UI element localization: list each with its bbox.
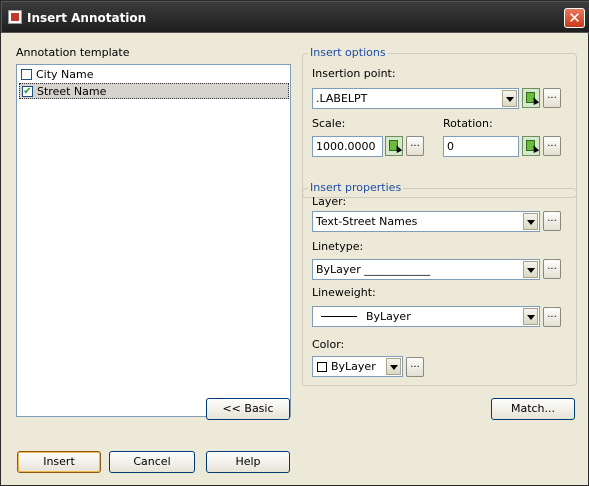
dialog-body: Annotation template City Name ✔ Street N…: [1, 33, 588, 485]
app-icon: [8, 10, 22, 24]
color-combo[interactable]: ByLayer: [312, 356, 403, 377]
basic-button[interactable]: << Basic: [206, 398, 290, 420]
linetype-value: ByLayer ____________: [316, 263, 431, 276]
scale-label: Scale:: [312, 117, 346, 130]
lineweight-label: Lineweight:: [312, 286, 376, 299]
chevron-down-icon[interactable]: [523, 308, 538, 325]
checkbox-city-name[interactable]: [21, 69, 32, 80]
lineweight-value: ByLayer: [366, 310, 411, 323]
color-label: Color:: [312, 338, 345, 351]
checkbox-street-name[interactable]: ✔: [22, 86, 33, 97]
list-item-label: City Name: [36, 68, 94, 81]
pick-rotation-button[interactable]: [522, 136, 540, 156]
insert-properties-title: Insert properties: [308, 181, 404, 194]
color-swatch: [317, 362, 327, 372]
lineweight-sample: [321, 316, 357, 317]
rotation-label: Rotation:: [443, 117, 493, 130]
browse-color-button[interactable]: ...: [406, 357, 424, 377]
help-button[interactable]: Help: [206, 451, 290, 473]
browse-linetype-button[interactable]: ...: [543, 259, 561, 279]
browse-insertion-point-button[interactable]: ...: [543, 88, 561, 108]
insertion-point-label: Insertion point:: [312, 67, 396, 80]
scale-value: 1000.0000: [316, 140, 376, 153]
insert-annotation-dialog: Insert Annotation ✕ Annotation template …: [0, 0, 589, 486]
layer-combo[interactable]: Text-Street Names: [312, 211, 540, 232]
cancel-button[interactable]: Cancel: [109, 451, 195, 473]
list-item-street-name[interactable]: ✔ Street Name: [19, 83, 289, 99]
insertion-point-value: .LABELPT: [316, 92, 368, 105]
annotation-template-label: Annotation template: [16, 46, 130, 59]
browse-lineweight-button[interactable]: ...: [543, 307, 561, 327]
pick-scale-button[interactable]: [385, 136, 403, 156]
pick-insertion-point-button[interactable]: [522, 88, 540, 108]
chevron-down-icon[interactable]: [523, 213, 538, 230]
list-item-city-name[interactable]: City Name: [19, 67, 289, 83]
color-value: ByLayer: [331, 360, 376, 373]
insert-options-title: Insert options: [308, 46, 388, 59]
title-bar: Insert Annotation ✕: [1, 1, 589, 33]
chevron-down-icon[interactable]: [502, 90, 517, 107]
insertion-point-combo[interactable]: .LABELPT: [312, 88, 519, 109]
browse-rotation-button[interactable]: ...: [543, 136, 561, 156]
insert-button[interactable]: Insert: [17, 451, 101, 473]
rotation-input[interactable]: 0: [443, 136, 519, 157]
linetype-label: Linetype:: [312, 240, 364, 253]
rotation-value: 0: [447, 140, 454, 153]
scale-input[interactable]: 1000.0000: [312, 136, 383, 157]
layer-value: Text-Street Names: [316, 215, 418, 228]
lineweight-combo[interactable]: ByLayer: [312, 306, 540, 327]
close-button[interactable]: ✕: [564, 8, 585, 28]
chevron-down-icon[interactable]: [523, 261, 538, 278]
annotation-template-list[interactable]: City Name ✔ Street Name: [16, 64, 291, 417]
list-item-label: Street Name: [37, 85, 107, 98]
browse-layer-button[interactable]: ...: [543, 211, 561, 231]
window-title: Insert Annotation: [27, 11, 147, 25]
chevron-down-icon[interactable]: [386, 358, 401, 375]
match-button[interactable]: Match...: [491, 398, 575, 420]
checkmark-icon: ✔: [23, 86, 32, 97]
close-icon: ✕: [568, 9, 581, 27]
browse-scale-button[interactable]: ...: [406, 136, 424, 156]
layer-label: Layer:: [312, 195, 347, 208]
linetype-combo[interactable]: ByLayer ____________: [312, 259, 540, 280]
